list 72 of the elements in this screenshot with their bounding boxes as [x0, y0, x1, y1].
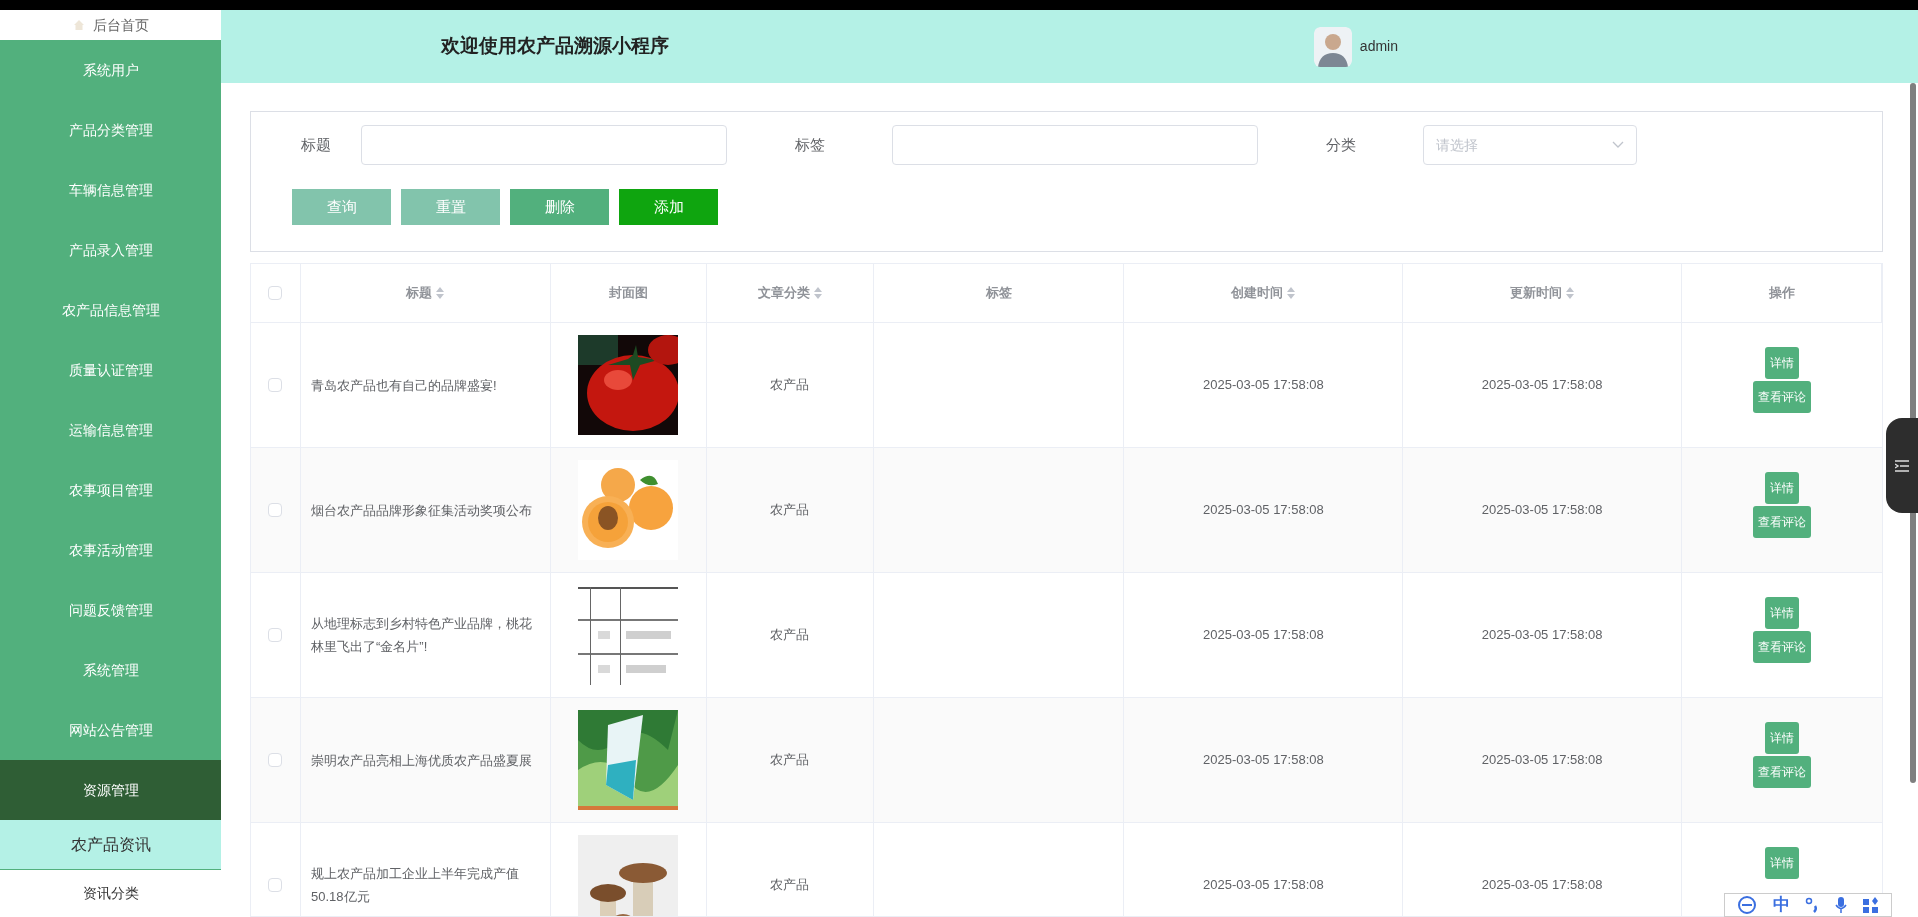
table-cell-text: 规上农产品加工企业上半年完成产值50.18亿元 — [310, 865, 520, 906]
grid-icon[interactable] — [1863, 897, 1880, 913]
row-action-button[interactable]: 查看评论 — [1753, 756, 1812, 788]
field-label: 标题 — [300, 134, 332, 155]
row-action-button[interactable]: 查看评论 — [1753, 381, 1812, 413]
chevron-down-icon — [1612, 141, 1624, 149]
field-label: 分类 — [1324, 134, 1357, 155]
column-header: 更新时间 — [1510, 284, 1563, 303]
table-cell-text: 崇明农产品亮相上海优质农产品盛夏展 — [310, 751, 533, 770]
logo-icon[interactable] — [1736, 896, 1757, 914]
sidebar-item[interactable]: 后台首页 — [0, 10, 221, 40]
column-header: 操作 — [1768, 284, 1795, 303]
checkbox[interactable] — [268, 286, 283, 300]
table-cell-text: 2025-03-05 17:58:08 — [1203, 626, 1324, 645]
table-cell-text: 青岛农产品也有自己的品牌盛宴! — [310, 376, 498, 395]
category-select[interactable]: 请选择 — [1423, 125, 1637, 165]
avatar[interactable] — [1313, 26, 1352, 67]
column-header: 创建时间 — [1231, 284, 1284, 303]
sidebar-item[interactable]: 资源管理 — [0, 760, 221, 820]
sort-icon[interactable] — [1566, 287, 1575, 299]
list-icon — [1895, 459, 1909, 472]
checkbox[interactable] — [268, 378, 283, 392]
table-cell-text: 2025-03-05 17:58:08 — [1203, 501, 1324, 520]
table-cell-text: 农产品 — [770, 376, 810, 395]
submenu-item[interactable]: 资讯分类 — [0, 870, 221, 917]
table-cell-text: 2025-03-05 17:58:08 — [1481, 876, 1603, 895]
app-title: 欢迎使用农产品溯源小程序 — [441, 34, 669, 59]
action-button[interactable]: 删除 — [510, 189, 609, 225]
row-action-button[interactable]: 详情 — [1765, 847, 1800, 879]
row-action-button[interactable]: 详情 — [1765, 722, 1800, 754]
home-icon — [72, 19, 85, 31]
action-button[interactable]: 重置 — [401, 189, 500, 225]
table-cell-text: 烟台农产品品牌形象征集活动奖项公布 — [310, 501, 533, 520]
checkbox[interactable] — [268, 628, 283, 642]
column-header: 文章分类 — [757, 284, 810, 303]
checkbox[interactable] — [268, 753, 283, 767]
checkbox[interactable] — [268, 503, 283, 517]
checkbox[interactable] — [268, 878, 283, 892]
table-cell-text: 农产品 — [770, 876, 810, 895]
table-cell-text: 2025-03-05 17:58:08 — [1481, 751, 1603, 770]
table-cell-text: 农产品 — [770, 501, 810, 520]
text-field[interactable] — [361, 125, 727, 165]
table-cell-text: 2025-03-05 17:58:08 — [1481, 626, 1603, 645]
table-cell-text: 2025-03-05 17:58:08 — [1481, 376, 1603, 395]
row-action-button[interactable]: 查看评论 — [1753, 631, 1812, 663]
text-field[interactable] — [892, 125, 1258, 165]
table-cell-text: 农产品 — [770, 751, 810, 770]
row-action-button[interactable]: 查看评论 — [1753, 506, 1812, 538]
table-cell-text: 2025-03-05 17:58:08 — [1481, 501, 1603, 520]
field-label: 标签 — [793, 134, 826, 155]
sort-icon[interactable] — [1287, 287, 1296, 299]
user-name[interactable]: admin — [1359, 36, 1398, 57]
row-action-button[interactable]: 详情 — [1765, 472, 1800, 504]
table-cell-text: 2025-03-05 17:58:08 — [1203, 751, 1324, 770]
column-header: 封面图 — [608, 284, 648, 303]
table-cell-text: 2025-03-05 17:58:08 — [1203, 876, 1324, 895]
column-header: 标签 — [985, 284, 1012, 303]
column-header: 标题 — [406, 284, 433, 303]
table-cell-text: 从地理标志到乡村特色产业品牌，桃花林里飞出了“金名片”! — [310, 615, 533, 656]
action-button[interactable]: 添加 — [619, 189, 718, 225]
table-cell-text: 2025-03-05 17:58:08 — [1203, 376, 1324, 395]
punctuation-icon[interactable] — [1805, 897, 1820, 913]
microphone-icon[interactable] — [1835, 896, 1848, 914]
row-action-button[interactable]: 详情 — [1765, 597, 1800, 629]
row-action-button[interactable]: 详情 — [1765, 347, 1800, 379]
sort-icon[interactable] — [436, 287, 445, 299]
side-drawer-tab[interactable] — [1886, 418, 1918, 513]
sort-icon[interactable] — [813, 287, 822, 299]
submenu-item[interactable]: 农产品资讯 — [0, 820, 221, 870]
table-cell-text: 农产品 — [770, 626, 810, 645]
input-mode[interactable]: 中 — [1772, 892, 1790, 917]
action-button[interactable]: 查询 — [292, 189, 391, 225]
